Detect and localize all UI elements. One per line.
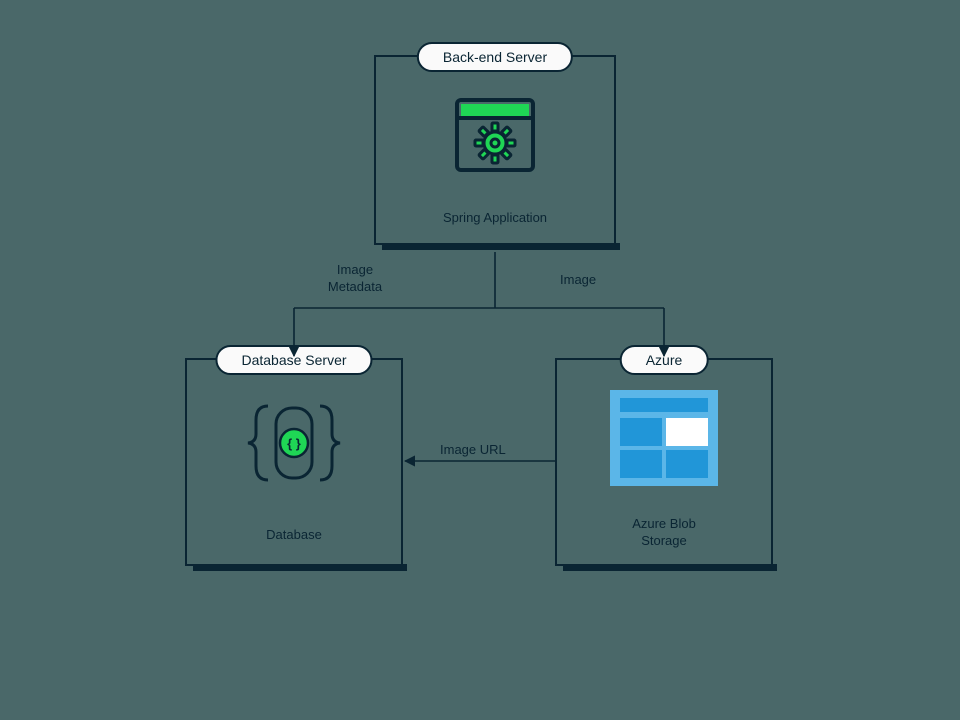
azure-blob-icon [610,390,718,491]
edge-label-image: Image [560,272,596,289]
edge-label-image-url: Image URL [440,442,506,459]
azure-blob-caption: Azure BlobStorage [557,516,771,550]
svg-text:{ }: { } [287,436,301,451]
edge-label-image-metadata: ImageMetadata [300,262,410,296]
spring-app-caption: Spring Application [376,210,614,225]
database-caption: Database [187,527,401,542]
azure-title: Azure [620,345,709,375]
database-server-title: Database Server [215,345,372,375]
spring-app-icon [454,97,536,178]
backend-server-title: Back-end Server [417,42,573,72]
database-server-box: Database Server { } Database [185,358,403,566]
database-icon: { } [246,398,342,493]
backend-server-box: Back-end Server Spring [374,55,616,245]
azure-box: Azure Azure BlobStorage [555,358,773,566]
